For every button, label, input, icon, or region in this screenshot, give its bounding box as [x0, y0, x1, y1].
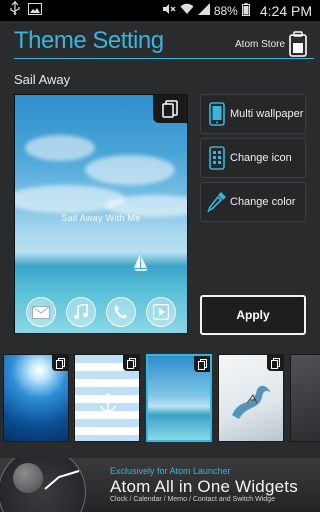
banner-title: Atom All in One Widgets	[110, 477, 298, 496]
banner-description: Clock / Calendar / Memo / Contact and Sw…	[110, 496, 275, 503]
clock-time: 4:24 PM	[259, 2, 312, 19]
copy-icon[interactable]	[123, 355, 139, 371]
atom-store-link[interactable]: Atom Store	[235, 39, 285, 50]
multi-wallpaper-icon	[206, 99, 228, 129]
theme-thumbnail[interactable]	[3, 354, 69, 442]
theme-thumbnail[interactable]	[218, 354, 284, 442]
banner-subtitle: Exclusively for Atom Launcher	[110, 466, 231, 476]
change-color-button[interactable]: Change color	[200, 182, 306, 222]
multi-wallpaper-label: Multi wallpaper	[230, 108, 304, 120]
theme-thumbnail-strip[interactable]	[0, 354, 320, 444]
music-icon	[66, 297, 96, 327]
theme-thumbnail-selected[interactable]	[146, 354, 212, 442]
battery-percent: 88%	[213, 3, 238, 18]
theme-preview: Sail Away With Me	[14, 94, 188, 334]
change-icon-button[interactable]: Change icon	[200, 138, 306, 178]
change-icon-label: Change icon	[230, 152, 292, 164]
page-title: Theme Setting	[14, 27, 164, 54]
change-icon-icon	[206, 143, 228, 173]
copy-icon[interactable]	[52, 355, 68, 371]
status-bar: 88% 4:24 PM	[0, 0, 320, 21]
preview-caption: Sail Away With Me	[61, 213, 141, 223]
copy-preview-button[interactable]	[153, 95, 187, 123]
title-underline	[14, 58, 314, 59]
widget-banner[interactable]: Exclusively for Atom Launcher Atom All i…	[0, 458, 320, 512]
multi-wallpaper-button[interactable]: Multi wallpaper	[200, 94, 306, 134]
header: Theme Setting Atom Store	[0, 21, 320, 63]
mute-icon	[162, 3, 176, 18]
eyedropper-icon	[206, 187, 228, 217]
cloud	[25, 135, 95, 161]
wifi-icon	[180, 3, 194, 18]
battery-icon	[241, 2, 250, 19]
store-phone-icon[interactable]	[289, 31, 307, 62]
usb-icon	[10, 1, 20, 20]
change-color-label: Change color	[230, 196, 296, 208]
copy-icon[interactable]	[267, 355, 283, 371]
theme-thumbnail[interactable]	[290, 354, 320, 442]
cloud	[85, 155, 175, 185]
anchor-icon	[99, 393, 117, 418]
clock-dial	[13, 463, 43, 493]
copy-icon[interactable]	[194, 356, 210, 372]
preview-dock	[15, 291, 187, 333]
theme-thumbnail[interactable]	[74, 354, 140, 442]
signal-icon	[197, 3, 210, 18]
ink-splash-art	[227, 375, 277, 430]
sailboat-icon	[133, 253, 149, 278]
mail-icon	[26, 297, 56, 327]
image-icon	[28, 2, 42, 20]
play-icon	[146, 297, 176, 327]
phone-icon	[106, 297, 136, 327]
theme-name: Sail Away	[14, 72, 71, 87]
apply-button[interactable]: Apply	[200, 295, 306, 335]
clock-widget-art	[0, 458, 86, 512]
